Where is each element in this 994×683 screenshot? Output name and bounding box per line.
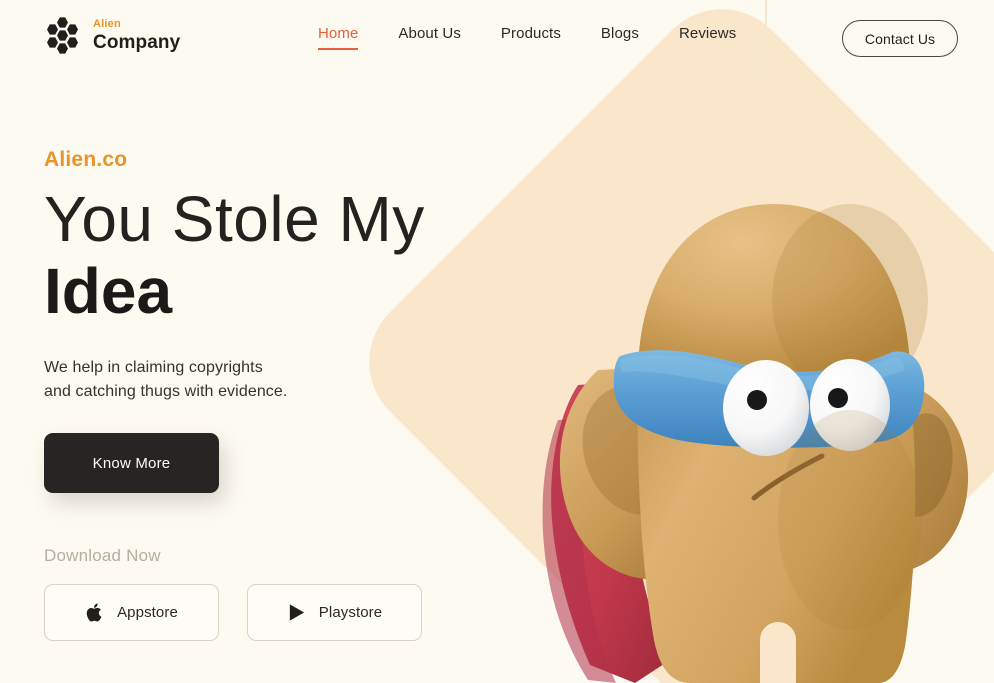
main-navigation: Home About Us Products Blogs Reviews — [318, 25, 736, 50]
download-now-label: Download Now — [44, 546, 161, 566]
brand-name-label: Company — [93, 31, 181, 53]
hero-section: Alien.co You Stole My Idea We help in cl… — [44, 148, 514, 642]
play-triangle-icon — [287, 602, 307, 624]
site-header: Alien Company Home About Us Products Blo… — [0, 0, 994, 74]
landing-page: Alien Company Home About Us Products Blo… — [0, 0, 994, 683]
store-buttons-row: Appstore Playstore — [44, 584, 514, 642]
apple-icon — [85, 602, 105, 624]
masked-alien-character-illustration — [430, 120, 994, 683]
appstore-label: Appstore — [117, 604, 178, 622]
nav-item-products[interactable]: Products — [501, 25, 561, 48]
brand-logo[interactable]: Alien Company — [44, 16, 180, 54]
hero-headline-bold: Idea — [44, 254, 173, 327]
flower-dots-logo-icon — [44, 16, 82, 54]
nav-item-home[interactable]: Home — [318, 25, 359, 50]
brand-text: Alien Company — [93, 17, 181, 53]
playstore-button[interactable]: Playstore — [247, 584, 422, 642]
contact-us-button[interactable]: Contact Us — [842, 20, 958, 57]
hero-eyebrow: Alien.co — [44, 148, 128, 171]
hero-subcopy: We help in claiming copyrights and catch… — [44, 356, 514, 406]
appstore-button[interactable]: Appstore — [44, 584, 219, 642]
brand-sub-label: Alien — [93, 17, 121, 30]
nav-item-reviews[interactable]: Reviews — [679, 25, 736, 48]
hero-subcopy-line-1: We help in claiming copyrights — [44, 358, 263, 376]
hero-headline-light: You Stole My — [44, 183, 425, 255]
nav-item-about-us[interactable]: About Us — [398, 25, 461, 48]
nav-item-blogs[interactable]: Blogs — [601, 25, 639, 48]
know-more-button[interactable]: Know More — [44, 433, 219, 494]
playstore-label: Playstore — [318, 604, 383, 622]
hero-subcopy-line-2: and catching thugs with evidence. — [44, 383, 288, 401]
